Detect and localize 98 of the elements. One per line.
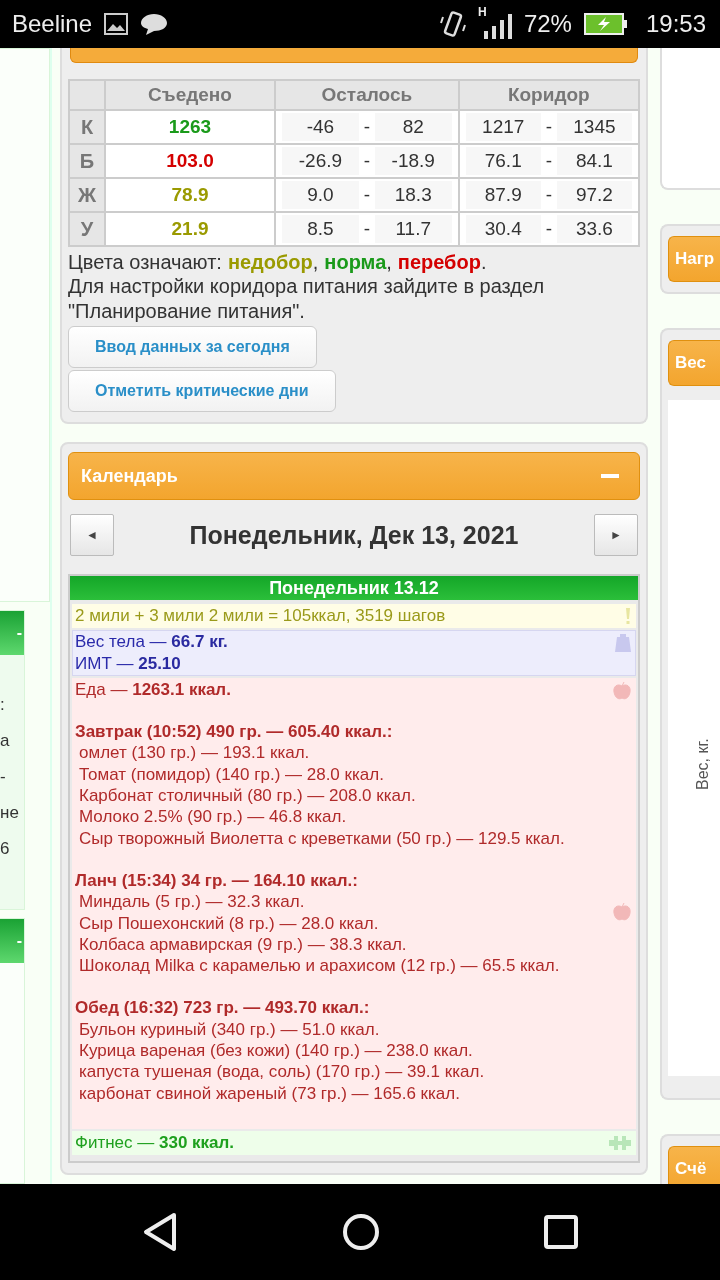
recent-apps-icon[interactable] [544, 1215, 578, 1249]
table-cell: 1217 [465, 113, 541, 141]
column-header: Съедено [105, 80, 275, 110]
apple-icon [613, 902, 631, 921]
text-fragment: - [0, 767, 7, 787]
meal-title: Ланч (15:34) 34 гр. — 164.10 ккал.: [75, 869, 359, 892]
range-dash: - [362, 184, 371, 206]
food-item: Сыр творожный Виолетта с креветками (50 гр.) — 129.5 ккал. [78, 827, 566, 849]
action-button[interactable]: Ввод данных за сегодня [68, 326, 317, 368]
panel-header[interactable]: Календарь [68, 452, 640, 500]
table-cell: 21.9 [105, 212, 275, 246]
apple-icon [613, 681, 631, 700]
table-cell: 8.5 [282, 215, 359, 243]
panel-header[interactable]: - [0, 611, 24, 655]
home-icon[interactable] [342, 1213, 380, 1251]
table-cell: 18.3 [374, 181, 452, 209]
weight-icon [615, 634, 631, 653]
legend-item: норма, [324, 251, 392, 274]
column-header: Коридор [458, 80, 639, 110]
row-header: Ж [69, 178, 105, 212]
next-day-button[interactable]: ► [594, 514, 638, 556]
food-item: Сыр Пошехонский (8 гр.) — 28.0 ккал. [78, 912, 380, 934]
day-header: Понедельник 13.12 [70, 576, 638, 600]
table-cell: -26.9 [282, 147, 359, 175]
table-cell: 11.7 [374, 215, 452, 243]
back-icon[interactable] [142, 1212, 178, 1252]
range-dash: - [544, 218, 553, 240]
previous-day-button[interactable]: ◄ [70, 514, 114, 556]
entry-text: ИМТ — 25.10 [75, 652, 182, 674]
range-dash: - [544, 116, 553, 138]
table-cell: 33.6 [556, 215, 632, 243]
food-item: Шоколад Milka с карамелью и арахисом (12 гр.) — 65.5 ккал. [78, 955, 561, 977]
range-dash: - [362, 116, 371, 138]
text-fragment: : [0, 695, 6, 715]
legend-item: недобор, [227, 251, 319, 274]
food-item: карбонат свиной жареный (73 гр.) — 165.6 ккал. [78, 1082, 461, 1104]
action-button[interactable]: Отметить критические дни [68, 370, 336, 412]
table-cell: -18.9 [374, 147, 452, 175]
table-cell: 97.2 [556, 181, 632, 209]
food-item: Курица вареная (без кожи) (140 гр.) — 238.0 ккал. [78, 1040, 474, 1062]
battery-charging-icon [583, 13, 628, 35]
legend-item: перебор. [397, 251, 487, 274]
image-icon [104, 13, 129, 35]
carrier-name: Beeline [12, 10, 93, 38]
column-header: Осталось [275, 80, 459, 110]
food-item: Миндаль (5 гр.) — 32.3 ккал. [78, 891, 306, 913]
food-item: Карбонат столичный (80 гр.) — 208.0 ккал. [78, 785, 417, 807]
hint-text: Для настройки коридора питания зайдите в раздел "Планирование питания". [68, 274, 546, 324]
dumbbell-icon [609, 1134, 631, 1151]
range-dash: - [544, 150, 553, 172]
food-item: Колбаса армавирская (9 гр.) — 38.3 ккал. [78, 933, 408, 956]
table-cell: 9.0 [282, 181, 359, 209]
food-item: Томат (помидор) (140 гр.) — 28.0 ккал. [78, 763, 385, 786]
date-title: Понедельник, Дек 13, 2021 [189, 520, 519, 550]
table-cell: 103.0 [105, 144, 275, 178]
range-dash: - [362, 150, 371, 172]
entry-text: Вес тела — 66.7 кг. [75, 631, 229, 653]
clock: 19:53 [645, 10, 706, 38]
axis-label: Вес, кг. [694, 738, 712, 790]
exclamation-icon [625, 608, 631, 624]
chat-icon [140, 12, 169, 36]
panel-header[interactable]: Нагр [668, 236, 720, 282]
table-cell: 82 [374, 113, 452, 141]
table-cell: 1345 [556, 113, 632, 141]
meal-title: Обед (16:32) 723 гр. — 493.70 ккал.: [75, 997, 371, 1019]
text-fragment: а [0, 731, 11, 751]
table-cell: 84.1 [556, 147, 632, 175]
food-item: Бульон куриный (340 гр.) — 51.0 ккал. [78, 1018, 381, 1041]
panel-header[interactable]: - [0, 919, 24, 963]
collapse-toggle[interactable]: - [16, 624, 22, 642]
meal-title: Завтрак (10:52) 490 гр. — 605.40 ккал.: [75, 721, 394, 743]
panel-title: Календарь [81, 465, 178, 487]
row-header: К [69, 110, 105, 144]
food-item: капуста тушеная (вода, соль) (170 гр.) — 39.1 ккал. [78, 1061, 486, 1083]
text-fragment: не [0, 803, 20, 823]
entry-text: Фитнес — 330 ккал. [75, 1131, 236, 1154]
table-cell: 1263 [105, 110, 275, 144]
entry-text: Еда — 1263.1 ккал. [75, 678, 232, 701]
collapse-toggle[interactable]: - [16, 932, 22, 950]
range-dash: - [544, 184, 553, 206]
vibrate-icon [439, 9, 466, 39]
panel-header[interactable]: Вес [668, 340, 720, 386]
table-cell: 87.9 [465, 181, 541, 209]
row-header: У [69, 212, 105, 246]
range-dash: - [362, 218, 371, 240]
network-type: H [477, 5, 487, 19]
panel-header[interactable]: Счё [668, 1146, 720, 1184]
battery-percent: 72% [523, 10, 572, 38]
legend-label: Цвета означают: [68, 251, 222, 274]
table-cell: 30.4 [465, 215, 541, 243]
text-fragment: 6 [0, 839, 11, 859]
row-header: Б [69, 144, 105, 178]
table-cell: 78.9 [105, 178, 275, 212]
table-cell: -46 [282, 113, 359, 141]
table-cell: 76.1 [465, 147, 541, 175]
entry-text: 2 мили + 3 мили 2 мили = 105ккал, 3519 шагов [75, 605, 447, 627]
food-item: Молоко 2.5% (90 гр.) — 46.8 ккал. [78, 806, 348, 828]
food-item: омлет (130 гр.) — 193.1 ккал. [78, 742, 311, 764]
